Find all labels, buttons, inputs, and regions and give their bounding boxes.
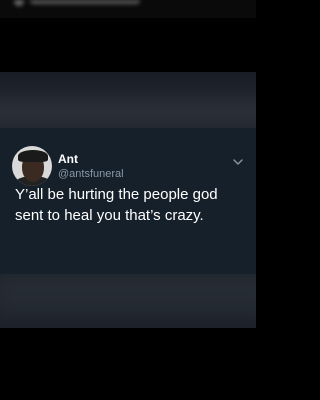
tweet-text: Y’all be hurting the people god sent to … (15, 186, 218, 224)
top-bar-blurred (0, 0, 256, 18)
blurred-text-above (0, 96, 256, 130)
author-name[interactable]: Ant (58, 152, 78, 166)
blurred-text-below (0, 268, 256, 318)
blurred-avatar (14, 0, 24, 6)
bottom-area (0, 328, 256, 400)
avatar[interactable] (12, 146, 52, 186)
author-handle[interactable]: @antsfuneral (58, 168, 124, 180)
screenshot-canvas: Ant @antsfuneral Y’all be hurting the pe… (0, 0, 256, 400)
blurred-header (0, 0, 256, 10)
tweet-card[interactable]: Ant @antsfuneral Y’all be hurting the pe… (0, 128, 256, 274)
avatar-hat (18, 150, 48, 162)
blurred-text (30, 0, 140, 4)
chevron-down-icon[interactable] (232, 156, 244, 168)
